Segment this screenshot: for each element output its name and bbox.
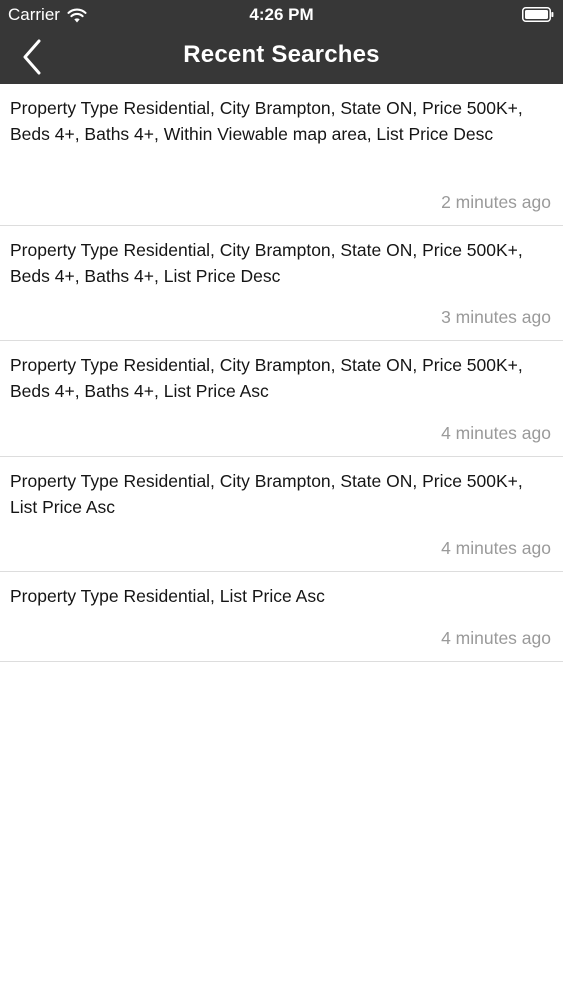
- search-criteria: Property Type Residential, City Brampton…: [10, 355, 523, 401]
- search-criteria: Property Type Residential, List Price As…: [10, 586, 325, 606]
- recent-search-item[interactable]: Property Type Residential, City Brampton…: [0, 84, 563, 226]
- search-timestamp: 4 minutes ago: [441, 423, 551, 443]
- recent-searches-list: Property Type Residential, City Brampton…: [0, 84, 563, 662]
- search-criteria: Property Type Residential, City Brampton…: [10, 98, 523, 144]
- search-criteria: Property Type Residential, City Brampton…: [10, 471, 523, 517]
- search-timestamp: 4 minutes ago: [441, 628, 551, 648]
- search-timestamp: 4 minutes ago: [441, 538, 551, 558]
- recent-search-item[interactable]: Property Type Residential, City Brampton…: [0, 226, 563, 341]
- recent-search-item[interactable]: Property Type Residential, City Brampton…: [0, 457, 563, 572]
- search-timestamp: 2 minutes ago: [441, 192, 551, 212]
- search-timestamp: 3 minutes ago: [441, 307, 551, 327]
- recent-search-item[interactable]: Property Type Residential, City Brampton…: [0, 341, 563, 457]
- status-time: 4:26 PM: [249, 5, 314, 24]
- battery-icon: [522, 7, 554, 22]
- page-title: Recent Searches: [183, 41, 380, 68]
- status-bar: Carrier 4:26 PM: [0, 0, 563, 30]
- app-header: Carrier 4:26 PM Recent Searches: [0, 0, 563, 84]
- search-criteria: Property Type Residential, City Brampton…: [10, 240, 523, 286]
- recent-search-item[interactable]: Property Type Residential, List Price As…: [0, 572, 563, 662]
- navigation-bar: Recent Searches: [0, 30, 563, 84]
